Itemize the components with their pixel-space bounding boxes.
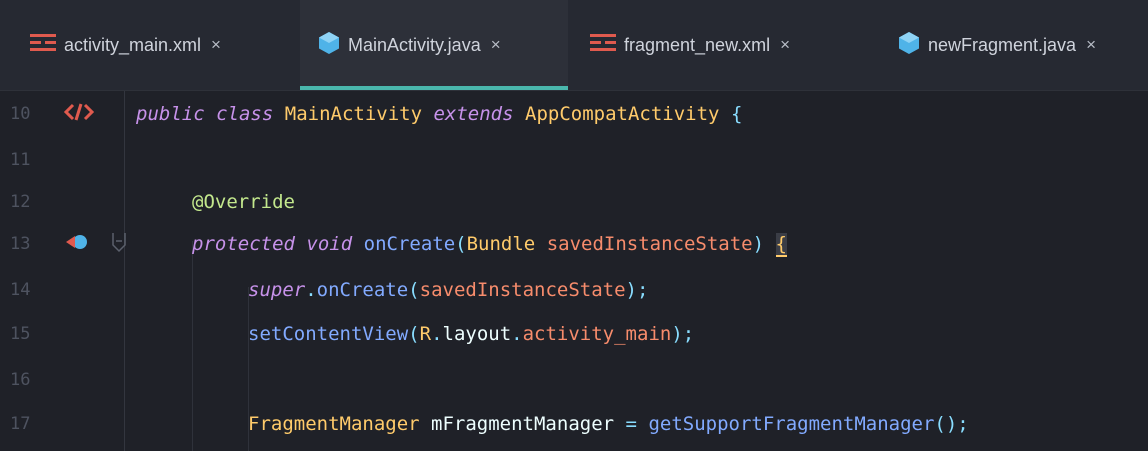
keyword: public [136,103,205,125]
java-class-icon [318,31,340,60]
line-number: 15 [10,324,31,344]
keyword: void [306,233,353,255]
punctuation: . [305,279,317,301]
fold-icon[interactable] [112,231,126,257]
line-number: 14 [10,280,31,300]
punctuation: . [431,323,443,345]
punctuation: . [511,323,523,345]
code-line-15[interactable]: 15 setContentView(R.layout.activity_main… [0,311,1148,357]
keyword: super [248,279,306,301]
code-text: @Override [192,191,295,213]
class-name: MainActivity [284,103,423,125]
line-number: 17 [10,414,31,434]
punctuation: ( [455,233,467,255]
tab-mainactivity-java[interactable]: MainActivity.java × [300,0,568,90]
variable: savedInstanceState [419,279,626,301]
tab-label: MainActivity.java [348,34,481,55]
code-text: public class MainActivity extends AppCom… [136,103,742,125]
tab-label: fragment_new.xml [624,34,771,55]
code-line-12[interactable]: 12 @Override [0,179,1148,225]
code-text: FragmentManager mFragmentManager = getSu… [248,413,969,435]
class-name: FragmentManager [248,413,420,435]
line-number: 13 [10,234,31,254]
xml-file-icon [30,33,56,58]
override-method-icon[interactable] [66,232,88,256]
brace: { [730,103,743,125]
annotation: @Override [192,191,295,213]
punctuation: ); [671,323,695,345]
method-name: setContentView [248,323,409,345]
code-text: protected void onCreate(Bundle savedInst… [192,233,787,257]
xml-tag-icon[interactable] [63,102,95,126]
method-name: onCreate [316,279,409,301]
line-number: 12 [10,192,31,212]
code-text: setContentView(R.layout.activity_main); [248,323,694,345]
variable: mFragmentManager [431,413,615,435]
code-editor[interactable]: 10 public class MainActivity extends App… [0,91,1148,451]
tab-activity-main-xml[interactable]: activity_main.xml × [0,0,292,90]
punctuation: ( [408,323,420,345]
java-class-icon [898,31,920,60]
punctuation: ); [625,279,649,301]
line-number: 11 [10,150,31,170]
editor-tab-bar: activity_main.xml × MainActivity.java × … [0,0,1148,91]
punctuation: ) [752,233,765,255]
code-line-11[interactable]: 11 [0,137,1148,183]
field: activity_main [522,323,672,345]
xml-file-icon [590,33,616,58]
method-name: onCreate [363,233,456,255]
code-line-10[interactable]: 10 public class MainActivity extends App… [0,91,1148,137]
line-number: 16 [10,370,31,390]
tab-fragment-new-xml[interactable]: fragment_new.xml × [572,0,872,90]
code-text: super.onCreate(savedInstanceState); [248,279,648,301]
tab-label: newFragment.java [928,34,1077,55]
field: layout [442,323,512,345]
keyword: extends [433,103,514,125]
close-icon[interactable]: × [211,35,221,55]
tab-label: activity_main.xml [64,34,202,55]
method-name: getSupportFragmentManager [648,413,935,435]
close-icon[interactable]: × [1086,35,1096,55]
close-icon[interactable]: × [780,35,790,55]
code-line-13[interactable]: 13 protected void onCreate(Bundle savedI… [0,221,1148,267]
keyword: class [216,103,274,125]
code-line-16[interactable]: 16 [0,357,1148,403]
line-number: 10 [10,104,31,124]
punctuation: ( [408,279,420,301]
parameter: savedInstanceState [546,233,753,255]
close-icon[interactable]: × [491,35,501,55]
brace-highlight: { [775,233,787,257]
code-line-14[interactable]: 14 super.onCreate(savedInstanceState); [0,267,1148,313]
punctuation: (); [934,413,969,435]
tab-newfragment-java[interactable]: newFragment.java × [878,0,1148,90]
code-line-17[interactable]: 17 FragmentManager mFragmentManager = ge… [0,401,1148,447]
operator: = [625,413,637,435]
class-name: R [419,323,432,345]
class-name: Bundle [466,233,536,255]
keyword: protected [192,233,295,255]
class-name: AppCompatActivity [525,103,720,125]
